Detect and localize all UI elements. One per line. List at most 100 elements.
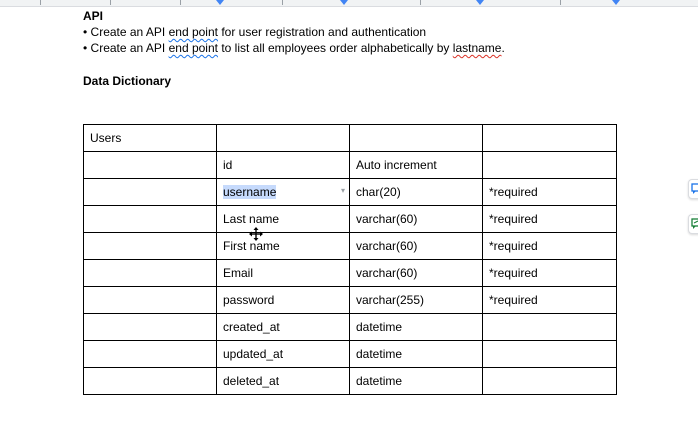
cell-text: First name: [223, 239, 280, 253]
cell-text: Last name: [223, 212, 280, 226]
table-cell[interactable]: updated_at: [216, 340, 350, 368]
cell-text: Email: [223, 266, 254, 280]
table-row: deleted_at datetime: [83, 367, 617, 395]
cell-text: updated_at: [223, 347, 284, 361]
data-dictionary-table[interactable]: Users id Auto increment username ▾ char(20) *r…: [83, 124, 617, 395]
comment-add-button[interactable]: [688, 179, 698, 199]
ruler-tick: [282, 0, 283, 5]
suggest-edit-button[interactable]: [688, 214, 698, 234]
bullet-registration: • Create an API end point for user regis…: [83, 25, 426, 39]
selected-text-username: username: [223, 185, 277, 199]
table-cell[interactable]: *required: [482, 205, 617, 233]
table-cell[interactable]: [83, 205, 217, 233]
table-cell[interactable]: First name: [216, 232, 350, 260]
cell-text: *required: [489, 212, 538, 226]
cell-text: created_at: [223, 320, 280, 334]
table-row: First name varchar(60) *required: [83, 232, 617, 260]
right-indent-marker[interactable]: [612, 0, 620, 5]
table-cell[interactable]: [83, 340, 217, 368]
column-marker[interactable]: [340, 0, 348, 5]
table-cell[interactable]: [216, 124, 350, 152]
cell-text: varchar(255): [356, 293, 425, 307]
table-cell[interactable]: Auto increment: [349, 151, 483, 179]
api-heading: API: [83, 9, 104, 23]
table-cell[interactable]: char(20): [349, 178, 483, 206]
ruler-tick: [110, 0, 111, 5]
table-cell[interactable]: [83, 232, 217, 260]
table-cell[interactable]: Email: [216, 259, 350, 287]
table-cell[interactable]: [482, 340, 617, 368]
chevron-down-icon[interactable]: ▾: [341, 186, 345, 195]
table-row: password varchar(255) *required: [83, 286, 617, 314]
table-cell[interactable]: varchar(60): [349, 259, 483, 287]
table-cell[interactable]: varchar(60): [349, 232, 483, 260]
table-cell[interactable]: [482, 313, 617, 341]
table-cell[interactable]: datetime: [349, 367, 483, 395]
table-cell[interactable]: *required: [482, 178, 617, 206]
table-cell[interactable]: [83, 259, 217, 287]
table-row: Email varchar(60) *required: [83, 259, 617, 287]
table-row: Last name varchar(60) *required: [83, 205, 617, 233]
document-page[interactable]: API • Create an API end point for user r…: [0, 6, 698, 431]
bullet-text: • Create an API: [83, 25, 169, 39]
cell-text: varchar(60): [356, 266, 418, 280]
table-row: updated_at datetime: [83, 340, 617, 368]
cell-text: Users: [90, 131, 122, 145]
bullet-list-employees: • Create an API end point to list all em…: [83, 41, 505, 55]
cell-text: datetime: [356, 374, 403, 388]
table-cell[interactable]: [83, 151, 217, 179]
ruler-tick: [560, 0, 561, 5]
table-cell[interactable]: id: [216, 151, 350, 179]
cell-text: *required: [489, 185, 538, 199]
cell-text: char(20): [356, 185, 401, 199]
suggest-edit-icon: [691, 218, 698, 229]
bullet-text: .: [501, 41, 505, 55]
table-cell[interactable]: deleted_at: [216, 367, 350, 395]
table-cell[interactable]: Last name: [216, 205, 350, 233]
cell-text: datetime: [356, 347, 403, 361]
cell-text: id: [223, 158, 233, 172]
table-cell[interactable]: [83, 313, 217, 341]
cell-text: deleted_at: [223, 374, 280, 388]
cell-text: *required: [489, 266, 538, 280]
table-cell[interactable]: [83, 286, 217, 314]
table-cell[interactable]: [349, 124, 483, 152]
cell-text: *required: [489, 293, 538, 307]
move-cursor-icon: [249, 227, 263, 241]
table-cell[interactable]: varchar(255): [349, 286, 483, 314]
bullet-text: to list all employees order alphabetical…: [217, 41, 453, 55]
table-cell[interactable]: [482, 367, 617, 395]
ruler-tick: [40, 0, 41, 5]
cell-text: *required: [489, 239, 538, 253]
grammar-flag-end-point[interactable]: end point: [169, 41, 218, 55]
table-cell[interactable]: created_at: [216, 313, 350, 341]
table-cell[interactable]: Users: [83, 124, 217, 152]
cell-text: varchar(60): [356, 239, 418, 253]
table-cell[interactable]: *required: [482, 286, 617, 314]
table-cell[interactable]: [482, 151, 617, 179]
grammar-flag-end-point[interactable]: end point: [169, 25, 218, 39]
left-indent-marker[interactable]: [216, 0, 224, 5]
table-cell[interactable]: [83, 367, 217, 395]
table-cell[interactable]: varchar(60): [349, 205, 483, 233]
bullet-text: • Create an API: [83, 41, 169, 55]
table-cell[interactable]: *required: [482, 232, 617, 260]
data-dictionary-heading: Data Dictionary: [83, 74, 172, 88]
table-cell[interactable]: datetime: [349, 313, 483, 341]
ruler-tick: [180, 0, 181, 5]
ruler-tick: [420, 0, 421, 5]
cell-text: varchar(60): [356, 212, 418, 226]
table-cell[interactable]: [482, 124, 617, 152]
table-cell[interactable]: password: [216, 286, 350, 314]
cell-text: Auto increment: [356, 158, 437, 172]
column-marker[interactable]: [476, 0, 484, 5]
table-row: id Auto increment: [83, 151, 617, 179]
table-row: username ▾ char(20) *required: [83, 178, 617, 206]
table-cell[interactable]: [83, 178, 217, 206]
table-cell[interactable]: *required: [482, 259, 617, 287]
table-cell[interactable]: username ▾: [216, 178, 350, 206]
table-cell[interactable]: datetime: [349, 340, 483, 368]
spell-flag-lastname[interactable]: lastname: [453, 41, 502, 55]
bullet-text: for user registration and authentication: [217, 25, 427, 39]
cell-text: datetime: [356, 320, 403, 334]
